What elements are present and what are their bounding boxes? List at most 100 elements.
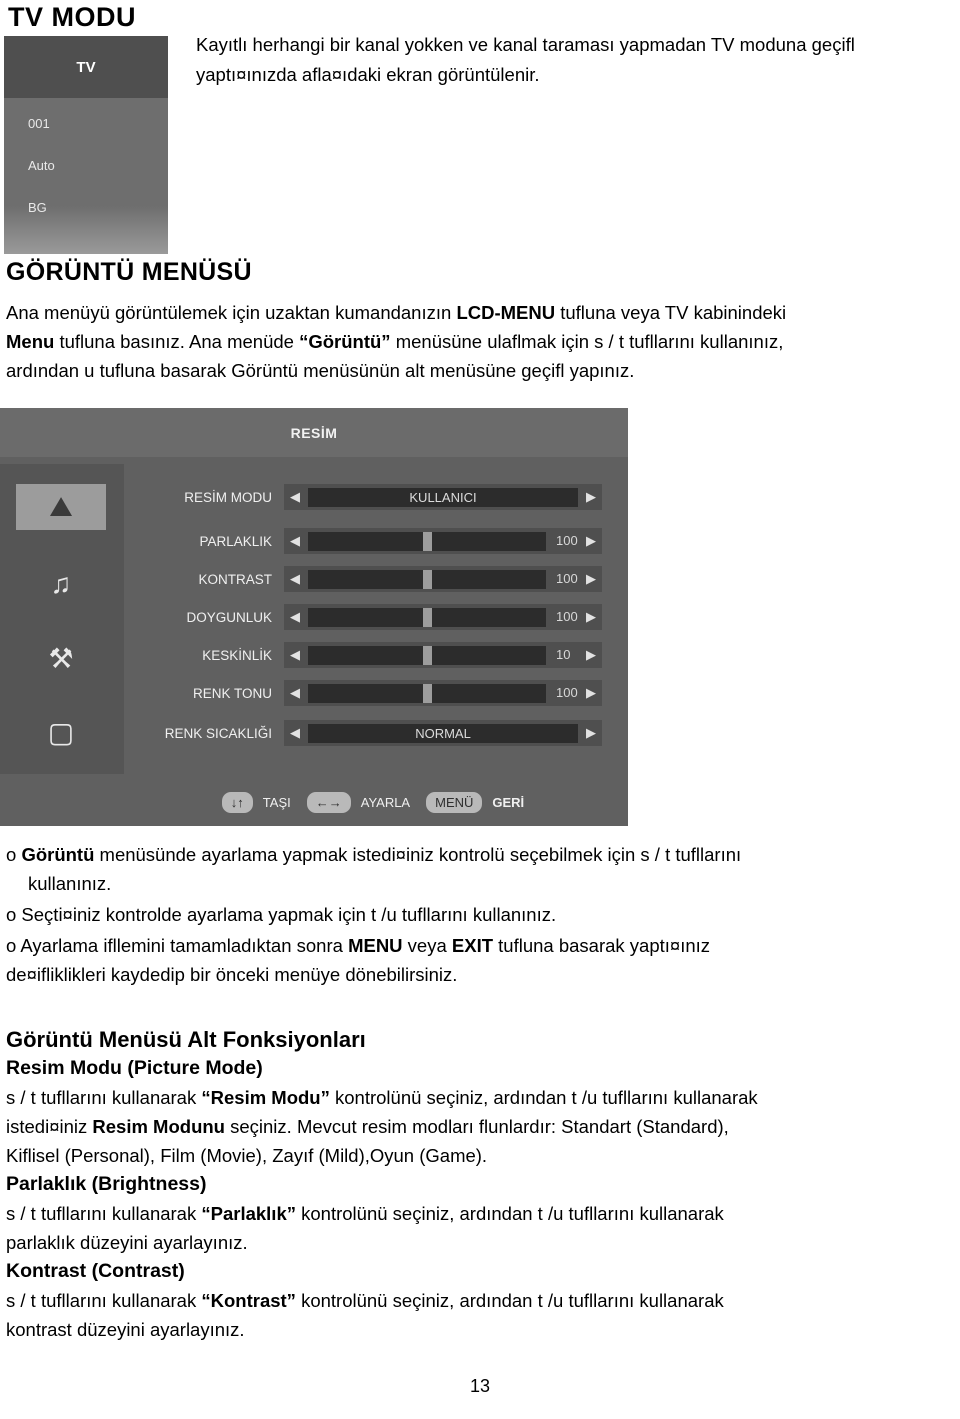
bullet-list: o Görüntü menüsünde ayarlama yapmak iste… bbox=[6, 840, 948, 991]
osd-slider[interactable]: 100 bbox=[308, 531, 578, 551]
bullet1-b: Görüntü bbox=[21, 844, 95, 865]
leftright-key-icon: ←→ bbox=[306, 791, 351, 813]
sound-icon[interactable]: ♫ bbox=[30, 562, 92, 606]
osd-row-value: 100 bbox=[556, 570, 578, 586]
osd-row-value: KULLANICI bbox=[308, 487, 578, 507]
subfunction-title-brightness: Parlaklık (Brightness) bbox=[6, 1173, 207, 1195]
co-p2: kontrast düzeyini ayarlayınız. bbox=[6, 1319, 245, 1340]
osd-row-control[interactable]: ◀ 100 ▶ bbox=[284, 566, 602, 592]
osd-row-control[interactable]: ◀ 10 ▶ bbox=[284, 642, 602, 668]
osd-icon-bar: ⛰ ♫ ⚒ ▢ bbox=[0, 464, 124, 774]
osd-row[interactable]: RENK TONU ◀ 100 ▶ bbox=[124, 676, 628, 710]
subfunction-body-brightness: s / t tufllarını kullanarak “Parlaklık” … bbox=[6, 1199, 948, 1257]
menu-key-icon: MENÜ bbox=[426, 791, 483, 813]
bullet-item-2: o Seçti¤iniz kontrolde ayarlama yapmak i… bbox=[6, 904, 557, 925]
bullet1-d: kullanınız. bbox=[28, 873, 112, 894]
osd-row-value: NORMAL bbox=[308, 723, 578, 743]
chevron-left-icon[interactable]: ◀ bbox=[284, 489, 306, 505]
subfunction-title-contrast: Kontrast (Contrast) bbox=[6, 1260, 185, 1282]
osd-row[interactable]: PARLAKLIK ◀ 100 ▶ bbox=[124, 524, 628, 558]
chevron-right-icon[interactable]: ▶ bbox=[580, 685, 602, 701]
osd-row-label: RENK SICAKLIĞI bbox=[164, 725, 272, 741]
chevron-left-icon[interactable]: ◀ bbox=[284, 647, 306, 663]
osd-slider[interactable]: 10 bbox=[308, 645, 578, 665]
br-p1-a: s / t tufllarını kullanarak bbox=[6, 1203, 202, 1224]
menu-hint-label: GERİ bbox=[492, 794, 525, 810]
tv-mode-badge: TV bbox=[4, 36, 168, 98]
osd-row-control[interactable]: ◀ NORMAL ▶ bbox=[284, 720, 602, 746]
chevron-left-icon[interactable]: ◀ bbox=[284, 571, 306, 587]
chevron-right-icon[interactable]: ▶ bbox=[580, 489, 602, 505]
co-p1-a: s / t tufllarını kullanarak bbox=[6, 1290, 202, 1311]
bullet3-d: EXIT bbox=[451, 935, 494, 956]
slider-knob[interactable] bbox=[423, 607, 432, 627]
osd-slider[interactable]: 100 bbox=[308, 683, 578, 703]
slider-knob[interactable] bbox=[423, 569, 432, 589]
pm-p2-b: Resim Modunu bbox=[92, 1116, 225, 1137]
page-title: TV MODU bbox=[8, 2, 136, 32]
bullet1-a: o bbox=[6, 844, 22, 865]
osd-slider[interactable]: 100 bbox=[308, 607, 578, 627]
osd-row[interactable]: KONTRAST ◀ 100 ▶ bbox=[124, 562, 628, 596]
chevron-left-icon[interactable]: ◀ bbox=[284, 685, 306, 701]
osd-row[interactable]: DOYGUNLUK ◀ 100 ▶ bbox=[124, 600, 628, 634]
pm-p2-c: seçiniz. Mevcut resim modları flunlardır… bbox=[224, 1116, 729, 1137]
updown-key-icon: ↓↑ bbox=[221, 791, 253, 813]
chevron-right-icon[interactable]: ▶ bbox=[580, 725, 602, 741]
osd-row-list: RESİM MODU ◀ KULLANICI ▶ PARLAKLIK ◀ 100 bbox=[124, 464, 628, 774]
leftright-hint-label: AYARLA bbox=[360, 794, 411, 810]
feature-icon[interactable]: ⚒ bbox=[30, 636, 92, 680]
osd-row[interactable]: KESKİNLİK ◀ 10 ▶ bbox=[124, 638, 628, 672]
slider-knob[interactable] bbox=[423, 683, 432, 703]
picture-icon[interactable]: ⛰ bbox=[16, 484, 106, 530]
subfunctions-section: Görüntü Menüsü Alt Fonksiyonları Resim M… bbox=[6, 1025, 948, 1344]
chevron-left-icon[interactable]: ◀ bbox=[284, 725, 306, 741]
osd-row-label: RESİM MODU bbox=[184, 489, 272, 505]
osd-row-control[interactable]: ◀ 100 ▶ bbox=[284, 528, 602, 554]
osd-row-control[interactable]: ◀ 100 ▶ bbox=[284, 604, 602, 630]
slider-knob[interactable] bbox=[423, 531, 432, 551]
osd-row[interactable]: RENK SICAKLIĞI ◀ NORMAL ▶ bbox=[124, 716, 628, 750]
updown-hint-label: TAŞI bbox=[262, 794, 291, 810]
section-line1-a: Ana menüyü görüntülemek için uzaktan kum… bbox=[6, 302, 457, 323]
chevron-right-icon[interactable]: ▶ bbox=[580, 609, 602, 625]
section-line2-c: “Görüntü” bbox=[299, 331, 391, 352]
osd-row-control[interactable]: ◀ KULLANICI ▶ bbox=[284, 484, 602, 510]
bullet-item-3: o Ayarlama ifllemini tamamladıktan sonra… bbox=[6, 931, 948, 989]
subfunction-body-contrast: s / t tufllarını kullanarak “Kontrast” k… bbox=[6, 1286, 948, 1344]
osd-footer-hints: ↓↑ TAŞI ←→ AYARLA MENÜ GERİ bbox=[124, 780, 628, 824]
osd-row-value: 100 bbox=[556, 532, 578, 548]
section-line1-c: tufluna veya TV kabinindeki bbox=[555, 302, 787, 323]
osd-row-control[interactable]: ◀ 100 ▶ bbox=[284, 680, 602, 706]
osd-slider[interactable]: 100 bbox=[308, 569, 578, 589]
osd-row-value: 100 bbox=[556, 684, 578, 700]
br-p1-b: “Parlaklık” bbox=[201, 1203, 296, 1224]
tv-channel-number: 001 bbox=[28, 116, 50, 131]
osd-row-value: 10 bbox=[556, 646, 571, 662]
bullet-item-1: o Görüntü menüsünde ayarlama yapmak iste… bbox=[6, 840, 948, 898]
osd-row-label: KONTRAST bbox=[198, 571, 272, 587]
slider-knob[interactable] bbox=[423, 645, 432, 665]
osd-header-title: RESİM bbox=[0, 408, 628, 457]
bullet3-f: de¤ifliklikleri kaydedip bir önceki menü… bbox=[6, 964, 458, 985]
pm-p3: Kiflisel (Personal), Film (Movie), Zayıf… bbox=[6, 1145, 488, 1166]
section-line2-b: tufluna basınız. Ana menüde bbox=[54, 331, 300, 352]
osd-row[interactable]: RESİM MODU ◀ KULLANICI ▶ bbox=[124, 480, 628, 514]
subfunction-body-picture-mode: s / t tufllarını kullanarak “Resim Modu”… bbox=[6, 1083, 948, 1170]
chevron-right-icon[interactable]: ▶ bbox=[580, 647, 602, 663]
chevron-left-icon[interactable]: ◀ bbox=[284, 533, 306, 549]
tv-icon[interactable]: ▢ bbox=[30, 710, 92, 754]
bullet3-b: MENU bbox=[348, 935, 403, 956]
br-p1-c: kontrolünü seçiniz, ardından t /u tuflla… bbox=[296, 1203, 724, 1224]
intro-paragraph: Kayıtlı herhangi bir kanal yokken ve kan… bbox=[196, 34, 855, 85]
chevron-right-icon[interactable]: ▶ bbox=[580, 571, 602, 587]
chevron-right-icon[interactable]: ▶ bbox=[580, 533, 602, 549]
tv-system-bg: BG bbox=[28, 200, 47, 215]
chevron-left-icon[interactable]: ◀ bbox=[284, 609, 306, 625]
osd-row-label: RENK TONU bbox=[192, 685, 272, 701]
section-body: Ana menüyü görüntülemek için uzaktan kum… bbox=[6, 298, 948, 385]
section-line2-a: Menu bbox=[6, 331, 55, 352]
bullet1-c: menüsünde ayarlama yapmak istedi¤iniz ko… bbox=[94, 844, 742, 865]
section-line2-d: menüsüne ulaflmak için s / t tufllarını … bbox=[390, 331, 784, 352]
bullet3-a: o Ayarlama ifllemini tamamladıktan sonra bbox=[6, 935, 349, 956]
